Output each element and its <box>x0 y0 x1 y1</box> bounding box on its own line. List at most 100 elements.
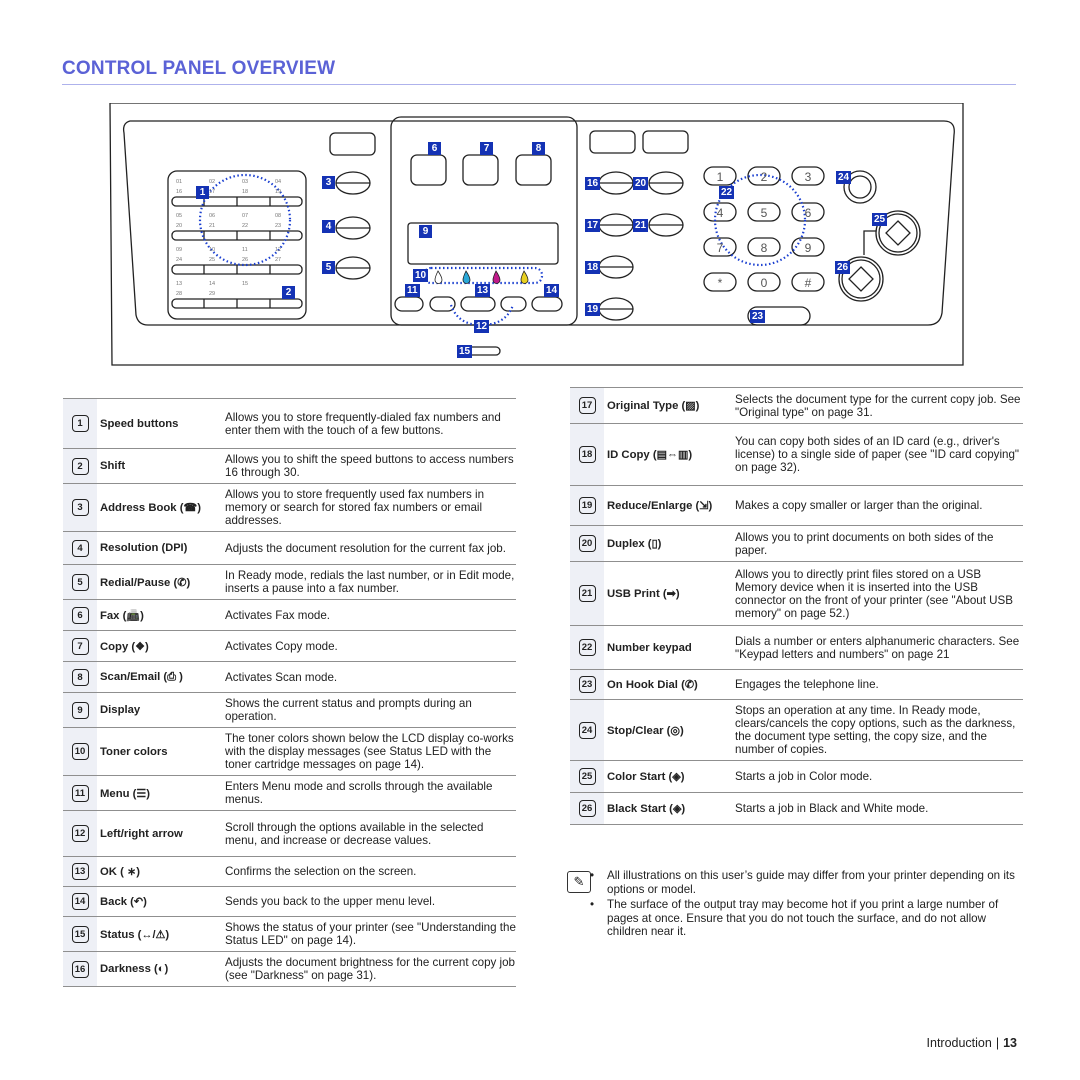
item-name-cell: Color Start (◈) <box>604 760 735 793</box>
item-number-cell: 20 <box>570 525 604 562</box>
item-number-cell: 15 <box>63 916 97 952</box>
svg-text:29: 29 <box>209 291 215 297</box>
table-row: 14 Back (↶) Sends you back to the upper me… <box>63 886 516 917</box>
item-icon: DPI <box>165 542 184 554</box>
table-row: 19 Reduce/Enlarge (⇲) Makes a copy smaller… <box>570 485 1023 526</box>
item-icon: ↔/⚠ <box>141 928 166 941</box>
item-name-cell: Reduce/Enlarge (⇲) <box>604 485 735 526</box>
callout-6: 6 <box>428 142 441 155</box>
callout-4: 4 <box>322 220 335 233</box>
item-number-badge: 9 <box>71 701 89 719</box>
item-description: Makes a copy smaller or larger than the … <box>735 485 1023 526</box>
callout-20: 20 <box>633 177 649 190</box>
item-description: Sends you back to the upper menu level. <box>225 886 516 917</box>
item-name-close: ) <box>695 400 700 412</box>
item-description: Shows the status of your printer (see "U… <box>225 916 516 952</box>
item-name: OK ( <box>100 866 127 878</box>
address-book-top-button <box>329 132 376 156</box>
item-number-cell: 23 <box>570 669 604 700</box>
item-name: Left/right arrow <box>100 827 183 840</box>
callout-24: 24 <box>836 171 852 184</box>
table-row: 7 Copy (❖) Activates Copy mode. <box>63 630 516 662</box>
item-name-close: ) <box>680 724 684 737</box>
item-description: Allows you to store frequently-dialed fa… <box>225 398 516 449</box>
item-number-cell: 3 <box>63 483 97 532</box>
item-name-close: ) <box>136 866 140 878</box>
item-name-close: ) <box>165 928 170 941</box>
item-number-badge: 19 <box>578 497 596 514</box>
item-number-cell: 5 <box>63 564 97 600</box>
table-row: 1 Speed buttons Allows you to store freque… <box>63 398 516 449</box>
right-arrow-button <box>500 296 527 312</box>
item-name-close: ) <box>708 500 713 512</box>
note-item: All illustrations on this user’s guide m… <box>590 869 1022 896</box>
item-number-cell: 6 <box>63 599 97 631</box>
svg-text:15: 15 <box>242 281 248 287</box>
item-number-badge: 20 <box>578 535 596 552</box>
item-name-close: ) <box>140 609 144 622</box>
table-row: 5 Redial/Pause (✆) In Ready mode, redials … <box>63 564 516 600</box>
item-name-cell: Toner colors <box>97 727 225 776</box>
table-row: 6 Fax (📠) Activates Fax mode. <box>63 599 516 631</box>
svg-text:02: 02 <box>209 179 215 185</box>
page-title: CONTROL PANEL OVERVIEW <box>62 58 336 79</box>
item-number-cell: 16 <box>63 951 97 987</box>
item-name-cell: Shift <box>97 448 225 484</box>
item-name-cell: ID Copy (▤⇔▥) <box>604 423 735 486</box>
item-name-close: ) <box>675 588 680 600</box>
svg-text:18: 18 <box>242 189 248 195</box>
item-name-cell: USB Print (➡) <box>604 561 735 626</box>
item-number-cell: 19 <box>570 485 604 526</box>
callout-22: 22 <box>719 186 735 199</box>
table-row: 3 Address Book (☎) Allows you to store fre… <box>63 483 516 532</box>
svg-text:13: 13 <box>176 281 182 287</box>
item-number-cell: 4 <box>63 531 97 565</box>
callout-10: 10 <box>413 269 429 282</box>
item-number-cell: 7 <box>63 630 97 662</box>
callout-12: 12 <box>474 320 490 333</box>
item-name-cell: Copy (❖) <box>97 630 225 662</box>
back-button <box>531 296 563 312</box>
item-description: Activates Copy mode. <box>225 630 516 662</box>
item-name-cell: Address Book (☎) <box>97 483 225 532</box>
item-description: Activates Scan mode. <box>225 661 516 693</box>
table-row: 17 Original Type (▨) Selects the document … <box>570 387 1023 424</box>
item-number-cell: 13 <box>63 856 97 887</box>
footer-separator: | <box>995 1036 1000 1050</box>
item-icon: ☎ <box>183 502 198 514</box>
item-name-cell: Back (↶) <box>97 886 225 917</box>
item-name-cell: Left/right arrow <box>97 810 225 857</box>
item-number-badge: 24 <box>578 721 596 739</box>
item-name-cell: Darkness (◐) <box>97 951 225 987</box>
callout-25: 25 <box>872 213 888 226</box>
item-name-close: ) <box>143 896 147 908</box>
item-description: Allows you to shift the speed buttons to… <box>225 448 516 484</box>
table-row: 26 Black Start (◈) Starts a job in Black a… <box>570 792 1023 825</box>
item-name: Number keypad <box>607 641 692 654</box>
item-name: Original Type ( <box>607 400 686 412</box>
right-oval-buttons <box>598 171 684 321</box>
title-divider <box>62 84 1016 85</box>
svg-text:19: 19 <box>275 189 281 195</box>
svg-text:2: 2 <box>761 170 768 184</box>
item-name: Darkness ( <box>100 963 158 975</box>
item-name: Black Start ( <box>607 803 673 815</box>
item-description: Activates Fax mode. <box>225 599 516 631</box>
svg-text:6: 6 <box>805 206 812 220</box>
control-panel-illustration: 123 456 789 * 0 # 01 02 03 04 16 17 18 19 05 06 07… <box>108 102 966 373</box>
item-name: Redial/Pause ( <box>100 576 178 589</box>
svg-text:23: 23 <box>275 223 281 229</box>
svg-text:9: 9 <box>805 241 812 255</box>
callout-18: 18 <box>585 261 601 274</box>
item-name: Reduce/Enlarge ( <box>607 500 700 512</box>
table-row: 4 Resolution (DPI) Adjusts the document re… <box>63 531 516 565</box>
table-row: 15 Status (↔/⚠) Shows the status of your p… <box>63 916 516 952</box>
svg-text:5: 5 <box>761 206 768 220</box>
callout-14: 14 <box>544 284 560 297</box>
note-list: All illustrations on this user’s guide m… <box>567 869 1022 939</box>
item-number-badge: 10 <box>71 743 89 760</box>
item-name-cell: Resolution (DPI) <box>97 531 225 565</box>
item-icon: ☰ <box>136 787 147 800</box>
item-description: Shows the current status and prompts dur… <box>225 692 516 728</box>
callout-26: 26 <box>835 261 851 274</box>
